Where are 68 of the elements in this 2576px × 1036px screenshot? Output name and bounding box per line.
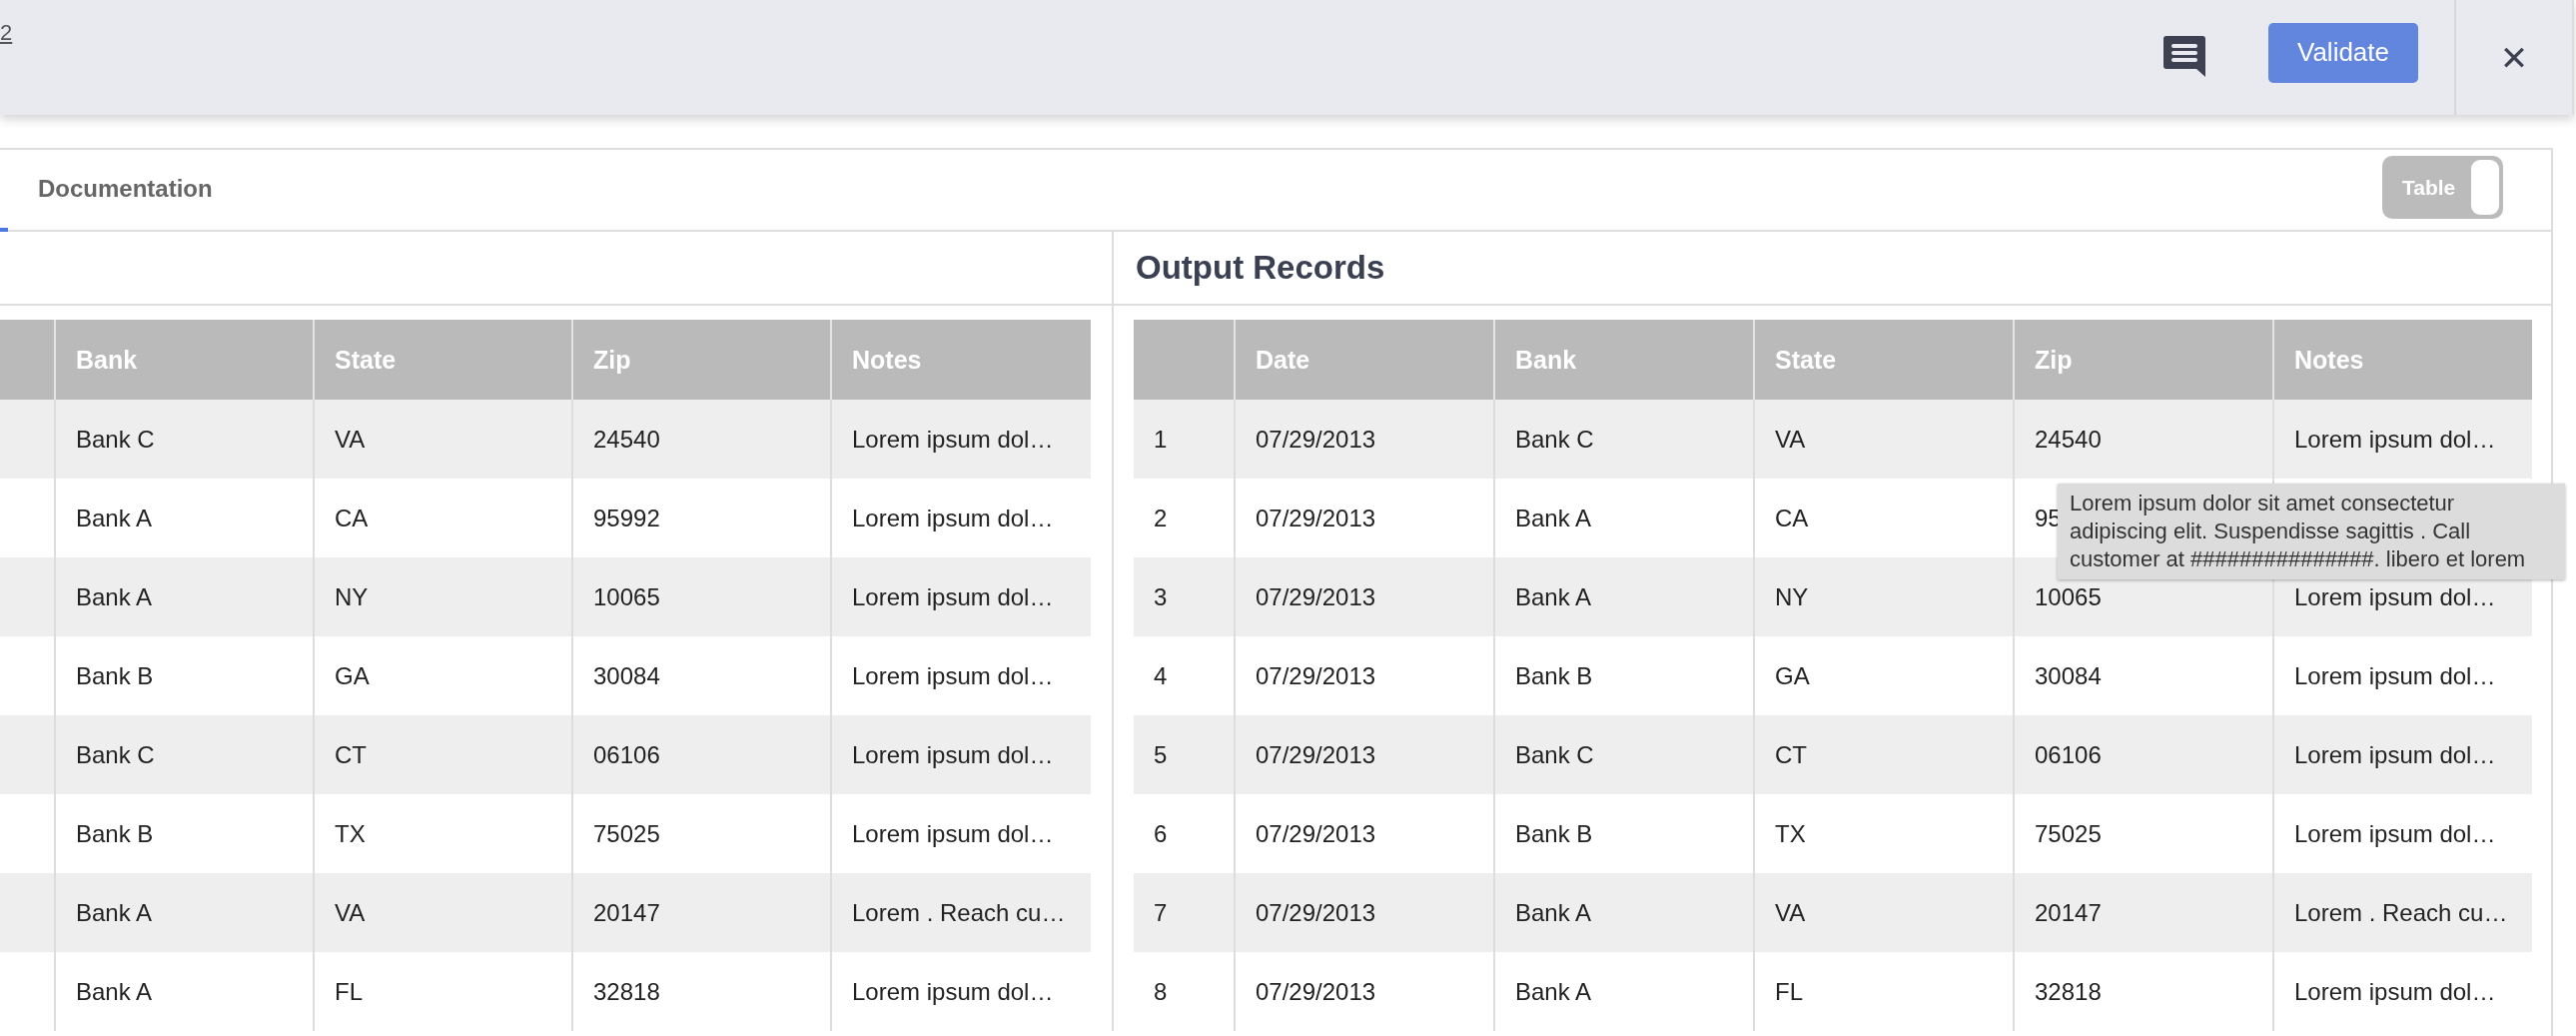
table-cell: VA [1754,400,2014,479]
table-cell: Lorem . Reach cu… [2273,873,2532,952]
validate-button[interactable]: Validate [2268,22,2418,83]
column-header: Notes [2273,320,2532,400]
table-cell: 07/29/2013 [1235,400,1494,479]
table-cell: Bank A [1494,952,1754,1031]
table-cell: 1 [1134,400,1235,479]
table-cell: Lorem ipsum dol… [2273,400,2532,479]
tooltip: Lorem ipsum dolor sit amet consectetur adipiscing elit. Suspendisse sagittis . Call customer at ###############. libero et lorem [2058,484,2565,579]
close-button[interactable]: ✕ [2456,27,2572,88]
table-cell: FL [314,952,572,1031]
table-cell: Lorem ipsum dol… [2273,952,2532,1031]
table-cell: Lorem ipsum dol… [2273,715,2532,794]
table-cell: Bank A [55,873,314,952]
column-header: Date [1235,320,1494,400]
table-cell: 06106 [2014,715,2273,794]
table-cell: 7 [1134,873,1235,952]
table-cell: Bank C [55,400,314,479]
table-cell: NY [1754,557,2014,636]
column-header: Zip [572,320,831,400]
column-header: State [314,320,572,400]
column-header: Bank [55,320,314,400]
table-cell: 4 [1134,636,1235,715]
table-cell: VA [314,873,572,952]
comment-icon[interactable] [2162,33,2206,78]
table-cell: FL [1754,952,2014,1031]
column-header: State [1754,320,2014,400]
table-cell: 6 [1134,794,1235,873]
table-cell: Lorem ipsum dol… [831,400,1091,479]
table-cell: VA [314,400,572,479]
table-cell: 8 [1134,952,1235,1031]
table-cell: 3 [1134,557,1235,636]
table-cell: 07/29/2013 [1235,873,1494,952]
table-cell: 07/29/2013 [1235,715,1494,794]
table-cell: 24540 [572,400,831,479]
table-cell: 2 [1134,479,1235,557]
table-cell: 07/29/2013 [1235,952,1494,1031]
table-cell: CT [1754,715,2014,794]
table-cell: Bank C [1494,715,1754,794]
table-cell: 5 [1134,715,1235,794]
table-cell: NY [314,557,572,636]
table-cell: CT [314,715,572,794]
table-cell: Bank A [1494,873,1754,952]
table-cell: VA [1754,873,2014,952]
column-header: Bank [1494,320,1754,400]
table-cell: 20147 [572,873,831,952]
table-cell: 06106 [572,715,831,794]
table-cell: Lorem . Reach cu… [831,873,1091,952]
table-cell: Bank A [1494,557,1754,636]
table-cell: Bank A [55,952,314,1031]
table-cell: Bank C [1494,400,1754,479]
table-cell: Lorem ipsum dol… [831,557,1091,636]
column-header: Notes [831,320,1091,400]
column-header: Zip [2014,320,2273,400]
table-cell: 24540 [2014,400,2273,479]
table-cell: 32818 [2014,952,2273,1031]
table-cell: 20147 [2014,873,2273,952]
tab[interactable]: Documentation [8,150,243,232]
table-cell: Bank C [55,715,314,794]
toggle-knob [2471,160,2499,215]
table-cell: Lorem ipsum dol… [831,715,1091,794]
table-cell: Lorem ipsum dol… [831,952,1091,1031]
table-cell: Bank A [55,557,314,636]
section-title: Output Records [1136,249,1385,287]
breadcrumb-link[interactable]: 2 [0,20,13,46]
table-cell: 10065 [572,557,831,636]
table-cell: 32818 [572,952,831,1031]
table-cell: 07/29/2013 [1235,557,1494,636]
